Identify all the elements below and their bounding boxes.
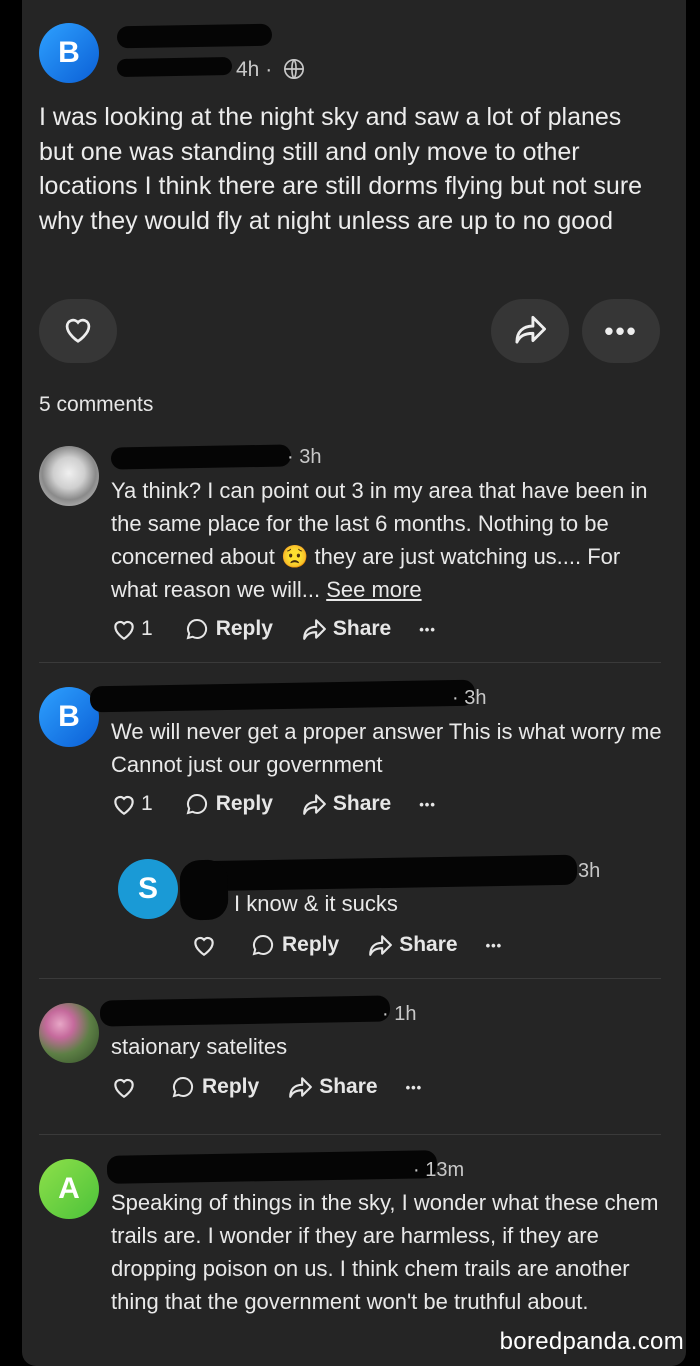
divider: [39, 662, 661, 663]
comments-count[interactable]: 5 comments: [39, 393, 153, 417]
speech-bubble-icon: [185, 617, 209, 641]
reply-button[interactable]: Reply: [185, 617, 273, 641]
reply-label: Reply: [215, 617, 273, 640]
share-icon: [287, 1075, 313, 1099]
ellipsis-icon: •••: [485, 937, 503, 953]
share-label: Share: [332, 792, 392, 815]
post-author-avatar[interactable]: B: [39, 23, 99, 83]
share-label: Share: [332, 617, 392, 640]
share-button[interactable]: Share: [287, 1075, 378, 1099]
speech-bubble-icon: [251, 933, 275, 957]
like-button[interactable]: [39, 299, 117, 363]
comment-text: Ya think? I can point out 3 in my area t…: [111, 478, 648, 602]
share-button[interactable]: [491, 299, 569, 363]
commenter-avatar[interactable]: A: [39, 1159, 99, 1219]
avatar-letter: B: [58, 36, 80, 69]
share-icon: [367, 933, 393, 957]
share-button[interactable]: Share: [367, 933, 458, 957]
reply-label: Reply: [202, 1075, 260, 1098]
reply-button[interactable]: Reply: [185, 792, 273, 816]
redacted-commenter-name: [106, 1150, 438, 1184]
comment-text: We will never get a proper answer This i…: [111, 719, 662, 777]
more-options-button[interactable]: •••: [419, 622, 436, 637]
redacted-commenter-name: [110, 444, 292, 470]
more-options-button[interactable]: •••: [486, 938, 503, 953]
comment-actions: 1 Reply Share •••: [111, 617, 436, 641]
comment-time: 3h: [578, 860, 601, 882]
more-options-button[interactable]: •••: [419, 797, 436, 812]
like-count: 1: [141, 792, 153, 815]
comment-text: staionary satelites: [111, 1034, 288, 1059]
share-icon: [301, 617, 327, 641]
watermark: boredpanda.com: [499, 1328, 684, 1355]
see-more-link[interactable]: See more: [326, 577, 421, 602]
like-button[interactable]: [191, 933, 217, 957]
commenter-avatar-photo[interactable]: [39, 1003, 99, 1063]
comment-actions: 1 Reply Share •••: [111, 792, 436, 816]
ellipsis-icon: •••: [419, 621, 436, 637]
post-card: B 4h · I was looking at the night sky an…: [22, 0, 686, 1366]
heart-icon: [61, 314, 95, 349]
ellipsis-icon: •••: [604, 316, 638, 346]
redacted-commenter-name: [99, 995, 391, 1027]
worried-face-emoji: 😟: [281, 544, 309, 569]
speech-bubble-icon: [185, 792, 209, 816]
comment-time: · 1h: [382, 1003, 417, 1025]
heart-icon: [111, 1075, 137, 1099]
like-button[interactable]: [111, 1075, 137, 1099]
share-icon: [512, 313, 548, 350]
share-icon: [301, 792, 327, 816]
reply-button[interactable]: Reply: [251, 933, 339, 957]
share-label: Share: [319, 1075, 378, 1098]
reply-button[interactable]: Reply: [171, 1075, 259, 1099]
avatar-letter: S: [137, 872, 158, 905]
globe-icon: [283, 58, 305, 85]
redacted-author-subtitle: [116, 56, 233, 78]
like-button[interactable]: 1: [111, 792, 153, 816]
like-count: 1: [141, 617, 153, 640]
reply-label: Reply: [215, 792, 273, 815]
share-button[interactable]: Share: [301, 617, 391, 641]
speech-bubble-icon: [171, 1075, 195, 1099]
redacted-author-name: [116, 23, 273, 49]
heart-icon: [191, 933, 217, 957]
divider: [39, 978, 661, 979]
more-options-button[interactable]: •••: [582, 299, 660, 363]
commenter-avatar-photo[interactable]: [39, 446, 99, 506]
share-button[interactable]: Share: [301, 792, 391, 816]
post-time: 4h ·: [236, 58, 273, 81]
ellipsis-icon: •••: [419, 796, 436, 812]
comment-actions: Reply Share •••: [111, 1075, 422, 1099]
avatar-letter: B: [58, 700, 80, 733]
comment-actions: Reply Share •••: [191, 933, 502, 957]
heart-icon: [111, 617, 137, 641]
redacted-commenter-name: [89, 679, 476, 713]
redacted-commenter-name: [191, 854, 578, 892]
share-label: Share: [399, 933, 458, 956]
divider: [39, 1134, 661, 1135]
comment-time: · 3h: [287, 446, 322, 468]
avatar-letter: A: [58, 1172, 80, 1205]
like-button[interactable]: 1: [111, 617, 153, 641]
redacted-scribble: [179, 859, 229, 921]
post-text: I was looking at the night sky and saw a…: [39, 103, 643, 235]
more-options-button[interactable]: •••: [406, 1080, 423, 1095]
ellipsis-icon: •••: [405, 1079, 423, 1095]
comment-text: I know & it sucks: [234, 891, 398, 916]
comment-time: · 3h: [452, 687, 487, 709]
comment-time: · 13m: [413, 1159, 465, 1181]
heart-icon: [111, 792, 137, 816]
commenter-avatar[interactable]: S: [118, 859, 178, 919]
comment-text: Speaking of things in the sky, I wonder …: [111, 1190, 659, 1314]
reply-label: Reply: [282, 933, 340, 956]
